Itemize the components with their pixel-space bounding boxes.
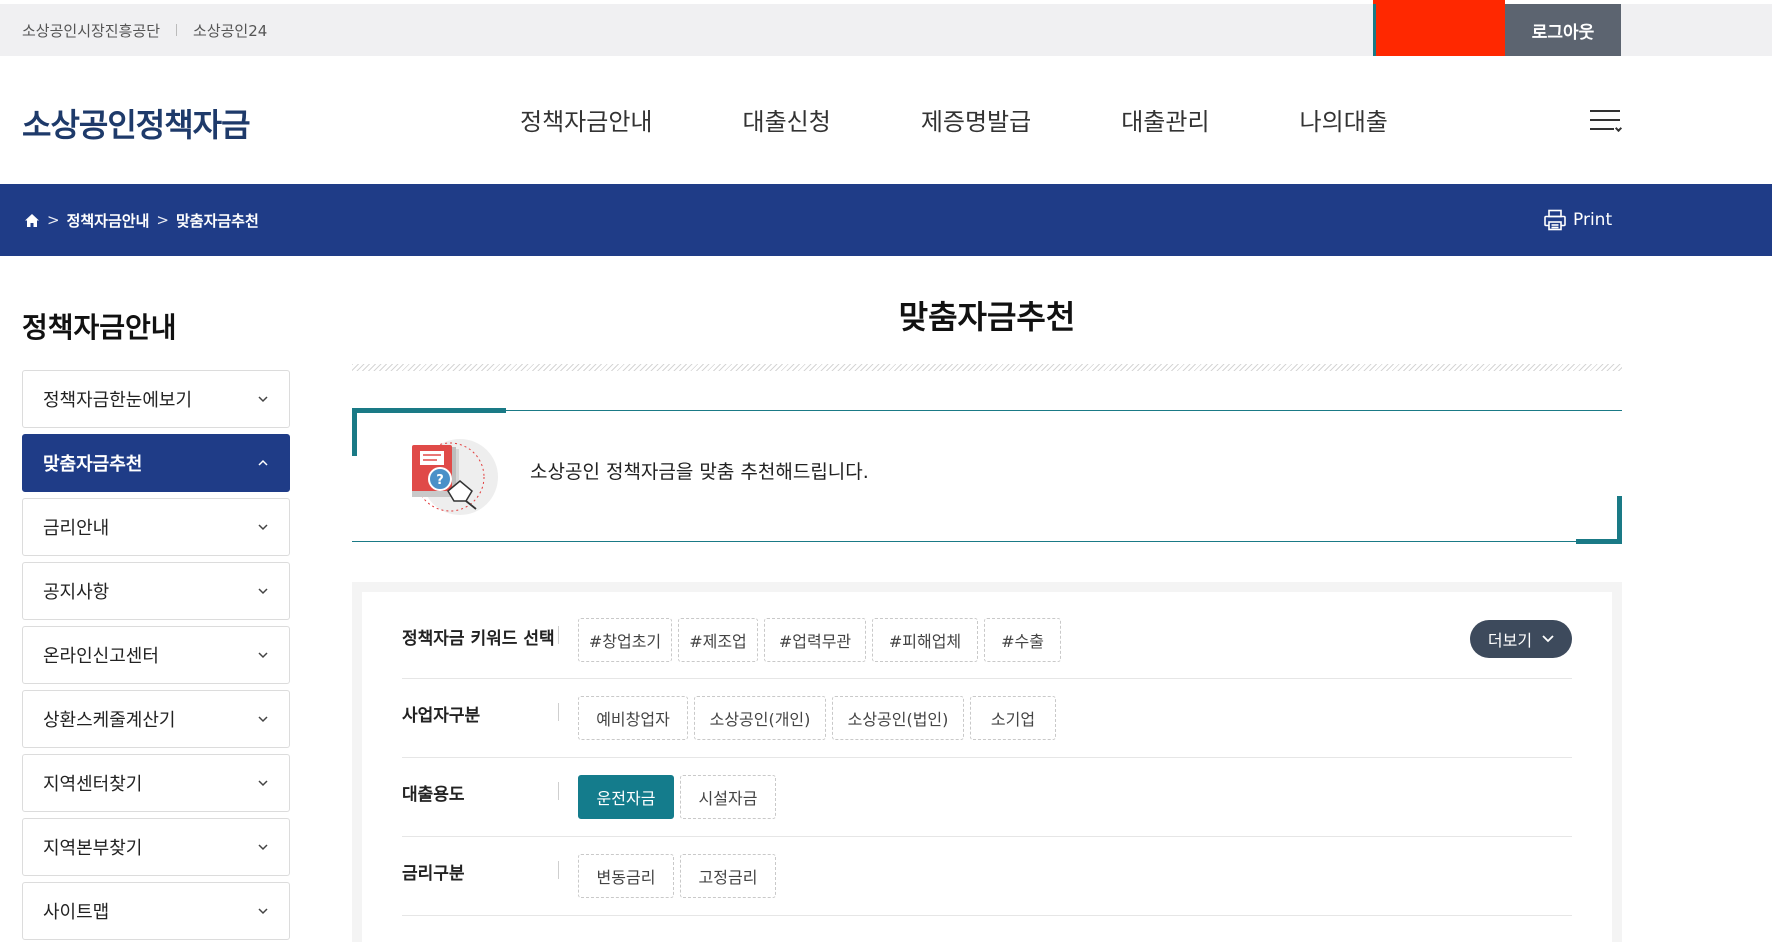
sidebar-item-sitemap[interactable]: 사이트맵 bbox=[22, 882, 290, 940]
more-label: 더보기 bbox=[1487, 631, 1533, 650]
sidebar-item-regional-center[interactable]: 지역센터찾기 bbox=[22, 754, 290, 812]
breadcrumb-current: 맞춤자금추천 bbox=[175, 211, 259, 230]
sidebar-title: 정책자금안내 bbox=[22, 311, 177, 344]
filter-panel-inner: 정책자금 키워드 선택 #창업초기 #제조업 #업력무관 #피해업체 #수출 더… bbox=[362, 592, 1612, 942]
sidebar-item-label: 지역본부찾기 bbox=[43, 838, 143, 859]
sidebar-item-interest-rate[interactable]: 금리안내 bbox=[22, 498, 290, 556]
corner-accent bbox=[1576, 539, 1622, 544]
sidebar-item-label: 정책자금한눈에보기 bbox=[43, 390, 193, 411]
sidebar-item-repayment-calc[interactable]: 상환스케줄계산기 bbox=[22, 690, 290, 748]
hamburger-menu-icon[interactable] bbox=[1590, 108, 1623, 133]
filter-divider bbox=[558, 626, 559, 644]
chevron-up-icon bbox=[258, 459, 268, 466]
sidebar-item-overview[interactable]: 정책자금한눈에보기 bbox=[22, 370, 290, 428]
chip-keyword[interactable]: #제조업 bbox=[678, 618, 758, 662]
filter-row-business-type: 사업자구분 예비창업자 소상공인(개인) 소상공인(법인) 소기업 bbox=[402, 679, 1572, 758]
breadcrumb-separator: > bbox=[47, 211, 60, 229]
print-button[interactable]: Print bbox=[1543, 184, 1612, 256]
intro-text: 소상공인 정책자금을 맞춤 추천해드립니다. bbox=[530, 461, 869, 483]
intro-box: ? 소상공인 정책자금을 맞춤 추천해드립니다. bbox=[352, 408, 1622, 544]
sidebar-item-label: 공지사항 bbox=[43, 582, 110, 603]
sidebar-item-regional-hq[interactable]: 지역본부찾기 bbox=[22, 818, 290, 876]
chevron-down-icon bbox=[258, 780, 268, 787]
sidebar-item-label: 사이트맵 bbox=[43, 902, 110, 923]
chip-loan-purpose[interactable]: 시설자금 bbox=[680, 775, 776, 819]
nav-item-loan-manage[interactable]: 대출관리 bbox=[1121, 102, 1209, 137]
title-divider bbox=[352, 364, 1622, 371]
util-divider bbox=[176, 24, 178, 36]
breadcrumb-item[interactable]: 정책자금안내 bbox=[67, 210, 150, 231]
chip-keyword[interactable]: #업력무관 bbox=[764, 618, 866, 662]
sidebar-item-label: 지역센터찾기 bbox=[43, 774, 143, 795]
chevron-down-icon bbox=[258, 588, 268, 595]
corner-accent bbox=[352, 408, 506, 413]
util-link-sosang24[interactable]: 소상공인24 bbox=[193, 20, 267, 41]
redacted-region-edge bbox=[1373, 4, 1376, 56]
filter-divider bbox=[558, 703, 559, 721]
site-header: 소상공인정책자금 정책자금안내 대출신청 제증명발급 대출관리 나의대출 bbox=[0, 56, 1772, 184]
filter-label: 대출용도 bbox=[402, 785, 465, 805]
util-link-semas[interactable]: 소상공인시장진흥공단 bbox=[22, 20, 160, 41]
sidebar-item-label: 맞춤자금추천 bbox=[43, 454, 143, 475]
loan-purpose-chips: 운전자금 시설자금 bbox=[578, 775, 782, 819]
print-label: Print bbox=[1573, 210, 1613, 230]
chevron-down-icon bbox=[258, 524, 268, 531]
nav-item-my-loan[interactable]: 나의대출 bbox=[1300, 102, 1388, 137]
global-nav: 정책자금안내 대출신청 제증명발급 대출관리 나의대출 bbox=[520, 102, 1478, 137]
chip-keyword[interactable]: #수출 bbox=[984, 618, 1061, 662]
chevron-down-icon bbox=[258, 652, 268, 659]
nav-item-policy-fund[interactable]: 정책자금안내 bbox=[520, 102, 652, 137]
chevron-down-icon bbox=[1542, 635, 1554, 643]
chevron-down-icon bbox=[258, 908, 268, 915]
chip-business-type[interactable]: 소기업 bbox=[970, 696, 1056, 740]
sidebar-menu: 정책자금한눈에보기 맞춤자금추천 금리안내 공지사항 온라인신고센터 상환스케줄… bbox=[22, 370, 290, 942]
chip-business-type[interactable]: 소상공인(법인) bbox=[832, 696, 964, 740]
business-type-chips: 예비창업자 소상공인(개인) 소상공인(법인) 소기업 bbox=[578, 696, 1062, 740]
corner-accent bbox=[352, 408, 357, 456]
filter-divider bbox=[558, 861, 559, 879]
fund-recommend-icon: ? bbox=[412, 439, 498, 515]
chevron-down-icon bbox=[258, 716, 268, 723]
filter-panel: 정책자금 키워드 선택 #창업초기 #제조업 #업력무관 #피해업체 #수출 더… bbox=[352, 582, 1622, 942]
chip-business-type[interactable]: 소상공인(개인) bbox=[694, 696, 826, 740]
more-button[interactable]: 더보기 bbox=[1470, 620, 1572, 658]
filter-row-loan-purpose: 대출용도 운전자금 시설자금 bbox=[402, 758, 1572, 837]
breadcrumb: > 정책자금안내 > 맞춤자금추천 bbox=[24, 184, 259, 256]
sidebar-item-report-center[interactable]: 온라인신고센터 bbox=[22, 626, 290, 684]
filter-label: 사업자구분 bbox=[402, 706, 481, 726]
sidebar-item-label: 금리안내 bbox=[43, 518, 110, 539]
chevron-down-icon bbox=[258, 396, 268, 403]
chip-rate-type[interactable]: 고정금리 bbox=[680, 854, 776, 898]
filter-row-rate-type: 금리구분 변동금리 고정금리 bbox=[402, 837, 1572, 916]
redacted-region bbox=[1373, 0, 1505, 56]
corner-accent bbox=[1617, 496, 1622, 544]
rate-type-chips: 변동금리 고정금리 bbox=[578, 854, 782, 898]
nav-item-certificate[interactable]: 제증명발급 bbox=[921, 102, 1031, 137]
svg-text:?: ? bbox=[436, 473, 444, 488]
keyword-chips: #창업초기 #제조업 #업력무관 #피해업체 #수출 bbox=[578, 618, 1067, 662]
chip-rate-type[interactable]: 변동금리 bbox=[578, 854, 674, 898]
sidebar-item-label: 온라인신고센터 bbox=[43, 646, 159, 667]
page-title: 맞춤자금추천 bbox=[898, 298, 1076, 336]
chip-business-type[interactable]: 예비창업자 bbox=[578, 696, 688, 740]
nav-item-loan-apply[interactable]: 대출신청 bbox=[742, 102, 830, 137]
breadcrumb-bar: > 정책자금안내 > 맞춤자금추천 Print bbox=[0, 184, 1772, 256]
sidebar-item-notice[interactable]: 공지사항 bbox=[22, 562, 290, 620]
home-icon[interactable] bbox=[24, 213, 40, 228]
chip-keyword[interactable]: #창업초기 bbox=[578, 618, 672, 662]
printer-icon bbox=[1543, 209, 1573, 231]
chevron-down-icon bbox=[258, 844, 268, 851]
filter-label: 금리구분 bbox=[402, 864, 465, 884]
filter-row-keyword: 정책자금 키워드 선택 #창업초기 #제조업 #업력무관 #피해업체 #수출 더… bbox=[402, 602, 1572, 679]
filter-divider bbox=[558, 782, 559, 800]
site-logo[interactable]: 소상공인정책자금 bbox=[22, 100, 251, 146]
breadcrumb-separator: > bbox=[156, 211, 169, 229]
chip-keyword[interactable]: #피해업체 bbox=[872, 618, 978, 662]
sidebar-item-label: 상환스케줄계산기 bbox=[43, 710, 176, 731]
chip-loan-purpose-selected[interactable]: 운전자금 bbox=[578, 775, 674, 819]
utility-links: 소상공인시장진흥공단 소상공인24 bbox=[22, 4, 267, 56]
sidebar-item-custom-fund[interactable]: 맞춤자금추천 bbox=[22, 434, 290, 492]
filter-label: 정책자금 키워드 선택 bbox=[402, 629, 555, 649]
logout-button[interactable]: 로그아웃 bbox=[1505, 4, 1621, 56]
